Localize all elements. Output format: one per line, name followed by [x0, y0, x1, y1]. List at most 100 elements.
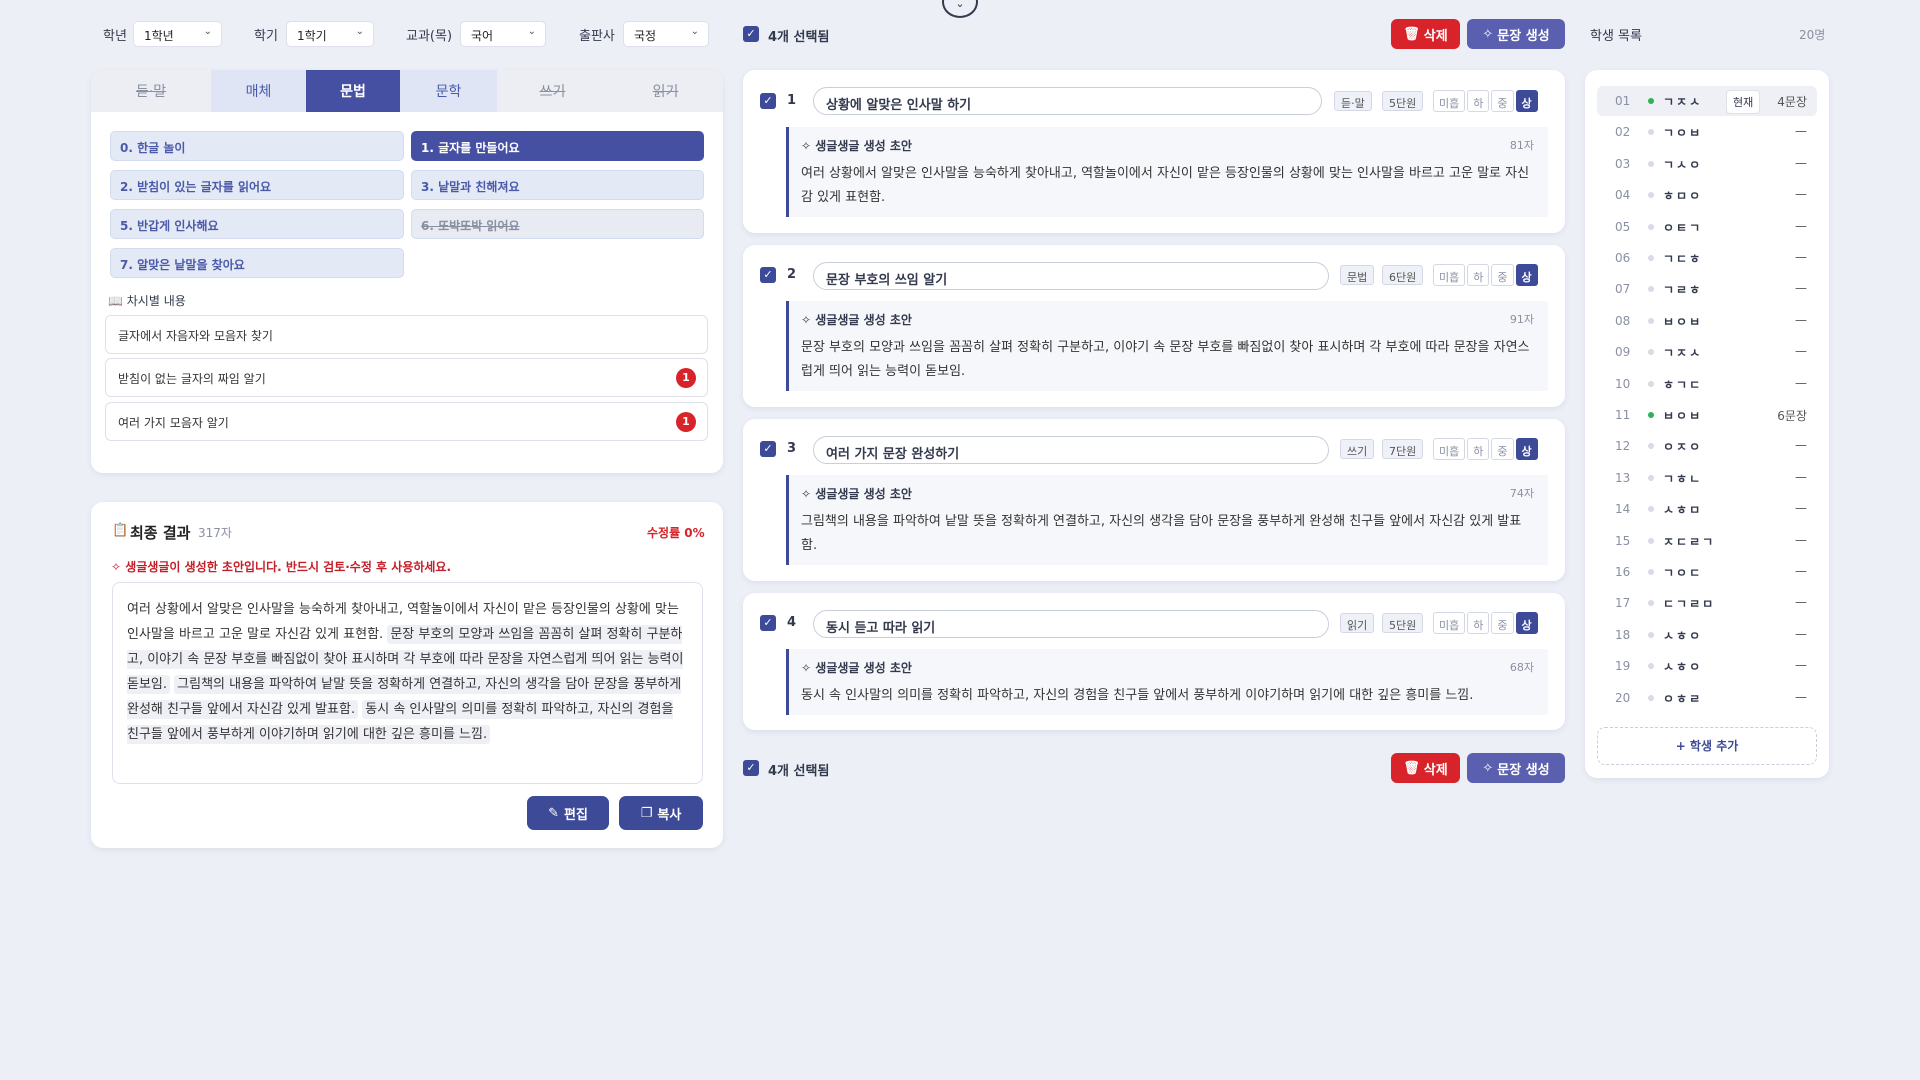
student-row[interactable]: 08 ㅂㅇㅂ — — [1597, 306, 1817, 336]
student-row[interactable]: 07 ㄱㄹㅎ — — [1597, 274, 1817, 304]
student-number: 19 — [1615, 659, 1631, 674]
student-row[interactable]: 12 ㅇㅈㅇ — — [1597, 431, 1817, 461]
draft-box[interactable]: ✧ 생글생글 생성 초안 74자 그림책의 내용을 파악하여 낱말 뜻을 정확하… — [786, 475, 1548, 565]
content-item[interactable]: 받침이 없는 글자의 짜임 알기 1 — [105, 358, 708, 397]
generate-button-bottom[interactable]: ✧ 문장 생성 — [1467, 753, 1565, 783]
edit-button[interactable]: ✎ 편집 — [527, 796, 609, 830]
content-item[interactable]: 글자에서 자음자와 모음자 찾기 — [105, 315, 708, 354]
draft-char-count: 74자 — [1509, 487, 1534, 500]
level-option[interactable]: 미흡 — [1433, 612, 1466, 634]
level-option[interactable]: 중 — [1491, 438, 1514, 460]
level-selector: 미흡 하 중 상 — [1433, 264, 1538, 286]
student-name: ㄱㅇㄷ — [1663, 566, 1703, 580]
publisher-select[interactable]: 국정 ⌄ — [623, 21, 709, 47]
draft-box[interactable]: ✧ 생글생글 생성 초안 68자 동시 속 인사말의 의미를 정확히 파악하고,… — [786, 649, 1548, 715]
add-student-button[interactable]: + 학생 추가 — [1597, 727, 1817, 765]
tab-literature[interactable]: 문학 — [400, 70, 497, 112]
student-row[interactable]: 13 ㄱㅎㄴ — — [1597, 463, 1817, 493]
level-option[interactable]: 하 — [1467, 612, 1490, 634]
level-option[interactable]: 중 — [1491, 264, 1514, 286]
tab-reading[interactable]: 읽기 — [608, 70, 723, 112]
student-row[interactable]: 11 ㅂㅇㅂ 6문장 — [1597, 400, 1817, 430]
collapse-toggle-button[interactable]: ⌄ — [942, 0, 978, 18]
tab-listening-speaking[interactable]: 듣·말 — [91, 70, 211, 112]
item-checkbox[interactable]: ✓ — [760, 441, 776, 457]
item-checkbox[interactable]: ✓ — [760, 267, 776, 283]
level-option[interactable]: 중 — [1491, 90, 1514, 112]
chevron-down-icon: ⌄ — [203, 26, 212, 37]
level-option[interactable]: 미흡 — [1433, 264, 1466, 286]
result-textbox[interactable]: 여러 상황에서 알맞은 인사말을 능숙하게 찾아내고, 역할놀이에서 자신이 맡… — [112, 582, 703, 784]
generate-button[interactable]: ✧ 문장 생성 — [1467, 19, 1565, 49]
level-option[interactable]: 상 — [1515, 438, 1538, 460]
student-row[interactable]: 05 ㅇㅌㄱ — — [1597, 212, 1817, 242]
level-option[interactable]: 하 — [1467, 438, 1490, 460]
level-selector: 미흡 하 중 상 — [1433, 438, 1538, 460]
student-status: — — [1795, 375, 1807, 390]
student-row[interactable]: 10 ㅎㄱㄷ — — [1597, 369, 1817, 399]
copy-button[interactable]: ❐ 복사 — [619, 796, 703, 830]
lesson-button-3[interactable]: 3. 낱말과 친해져요 — [411, 170, 704, 200]
delete-button-bottom[interactable]: 🗑 삭제 — [1391, 753, 1460, 783]
level-option[interactable]: 상 — [1515, 612, 1538, 634]
lesson-button-7[interactable]: 7. 알맞은 낱말을 찾아요 — [110, 248, 404, 278]
semester-select[interactable]: 1학기 ⌄ — [286, 21, 374, 47]
item-title-input[interactable]: 여러 가지 문장 완성하기 — [813, 436, 1329, 464]
grade-select-value: 1학년 — [144, 29, 174, 43]
level-selector: 미흡 하 중 상 — [1433, 612, 1538, 634]
student-row[interactable]: 15 ㅈㄷㄹㄱ — — [1597, 526, 1817, 556]
student-row[interactable]: 18 ㅅㅎㅇ — — [1597, 620, 1817, 650]
level-option[interactable]: 미흡 — [1433, 438, 1466, 460]
delete-button[interactable]: 🗑 삭제 — [1391, 19, 1460, 49]
student-number: 01 — [1615, 94, 1631, 108]
sparkle-icon: ✧ — [801, 313, 812, 327]
student-row[interactable]: 16 ㄱㅇㄷ — — [1597, 557, 1817, 587]
student-row[interactable]: 20 ㅇㅎㄹ — — [1597, 683, 1817, 713]
item-title-input[interactable]: 동시 듣고 따라 읽기 — [813, 610, 1329, 638]
item-title-input[interactable]: 문장 부호의 쓰임 알기 — [813, 262, 1329, 290]
sparkle-icon: ✧ — [1482, 26, 1494, 42]
level-option[interactable]: 상 — [1515, 90, 1538, 112]
tab-writing[interactable]: 쓰기 — [497, 70, 608, 112]
student-row[interactable]: 19 ㅅㅎㅇ — — [1597, 651, 1817, 681]
grade-select[interactable]: 1학년 ⌄ — [133, 21, 222, 47]
student-name: ㅎㅁㅇ — [1663, 189, 1703, 204]
level-option[interactable]: 미흡 — [1433, 90, 1466, 112]
lesson-button-0[interactable]: 0. 한글 놀이 — [110, 131, 404, 161]
student-row[interactable]: 04 ㅎㅁㅇ — — [1597, 180, 1817, 210]
lesson-button-2[interactable]: 2. 받침이 있는 글자를 읽어요 — [110, 170, 404, 200]
student-row[interactable]: 06 ㄱㄷㅎ — — [1597, 243, 1817, 273]
student-row[interactable]: 02 ㄱㅇㅂ — — [1597, 117, 1817, 147]
student-name: ㅅㅎㅇ — [1663, 660, 1703, 675]
item-checkbox[interactable]: ✓ — [760, 93, 776, 109]
status-dot-icon — [1648, 129, 1654, 136]
student-row[interactable]: 03 ㄱㅅㅇ — — [1597, 149, 1817, 179]
lesson-button-1[interactable]: 1. 글자를 만들어요 — [411, 131, 704, 161]
student-row[interactable]: 09 ㄱㅈㅅ — — [1597, 337, 1817, 367]
status-dot-icon — [1648, 160, 1654, 167]
student-number: 07 — [1615, 282, 1631, 297]
level-option[interactable]: 하 — [1467, 264, 1490, 286]
student-row[interactable]: 17 ㄷㄱㄹㅁ — — [1597, 588, 1817, 618]
draft-box[interactable]: ✧ 생글생글 생성 초안 81자 여러 상황에서 알맞은 인사말을 능숙하게 찾… — [786, 127, 1548, 217]
item-checkbox[interactable]: ✓ — [760, 615, 776, 631]
student-row[interactable]: 14 ㅅㅎㅁ — — [1597, 494, 1817, 524]
tab-media[interactable]: 매체 — [211, 70, 306, 112]
subject-select[interactable]: 국어 ⌄ — [460, 21, 546, 47]
student-row[interactable]: 01 ㄱㅈㅅ 현재 4문장 — [1597, 86, 1817, 116]
lesson-button-6[interactable]: 6. 또박또박 읽어요 — [411, 209, 704, 239]
student-number: 06 — [1615, 251, 1631, 265]
draft-box[interactable]: ✧ 생글생글 생성 초안 91자 문장 부호의 모양과 쓰임을 꼼꼼히 살펴 정… — [786, 301, 1548, 391]
level-option[interactable]: 상 — [1515, 264, 1538, 286]
item-title-input[interactable]: 상황에 알맞은 인사말 하기 — [813, 87, 1322, 115]
lesson-button-5[interactable]: 5. 반갑게 인사해요 — [110, 209, 404, 239]
level-option[interactable]: 하 — [1467, 90, 1490, 112]
level-option[interactable]: 중 — [1491, 612, 1514, 634]
content-item[interactable]: 여러 가지 모음자 알기 1 — [105, 402, 708, 441]
tab-grammar[interactable]: 문법 — [306, 70, 400, 112]
select-all-checkbox[interactable]: ✓ — [743, 26, 759, 42]
count-badge: 1 — [676, 368, 696, 388]
status-dot-icon — [1648, 380, 1654, 387]
student-status: — — [1795, 344, 1807, 359]
select-all-checkbox-bottom[interactable]: ✓ — [743, 760, 759, 776]
